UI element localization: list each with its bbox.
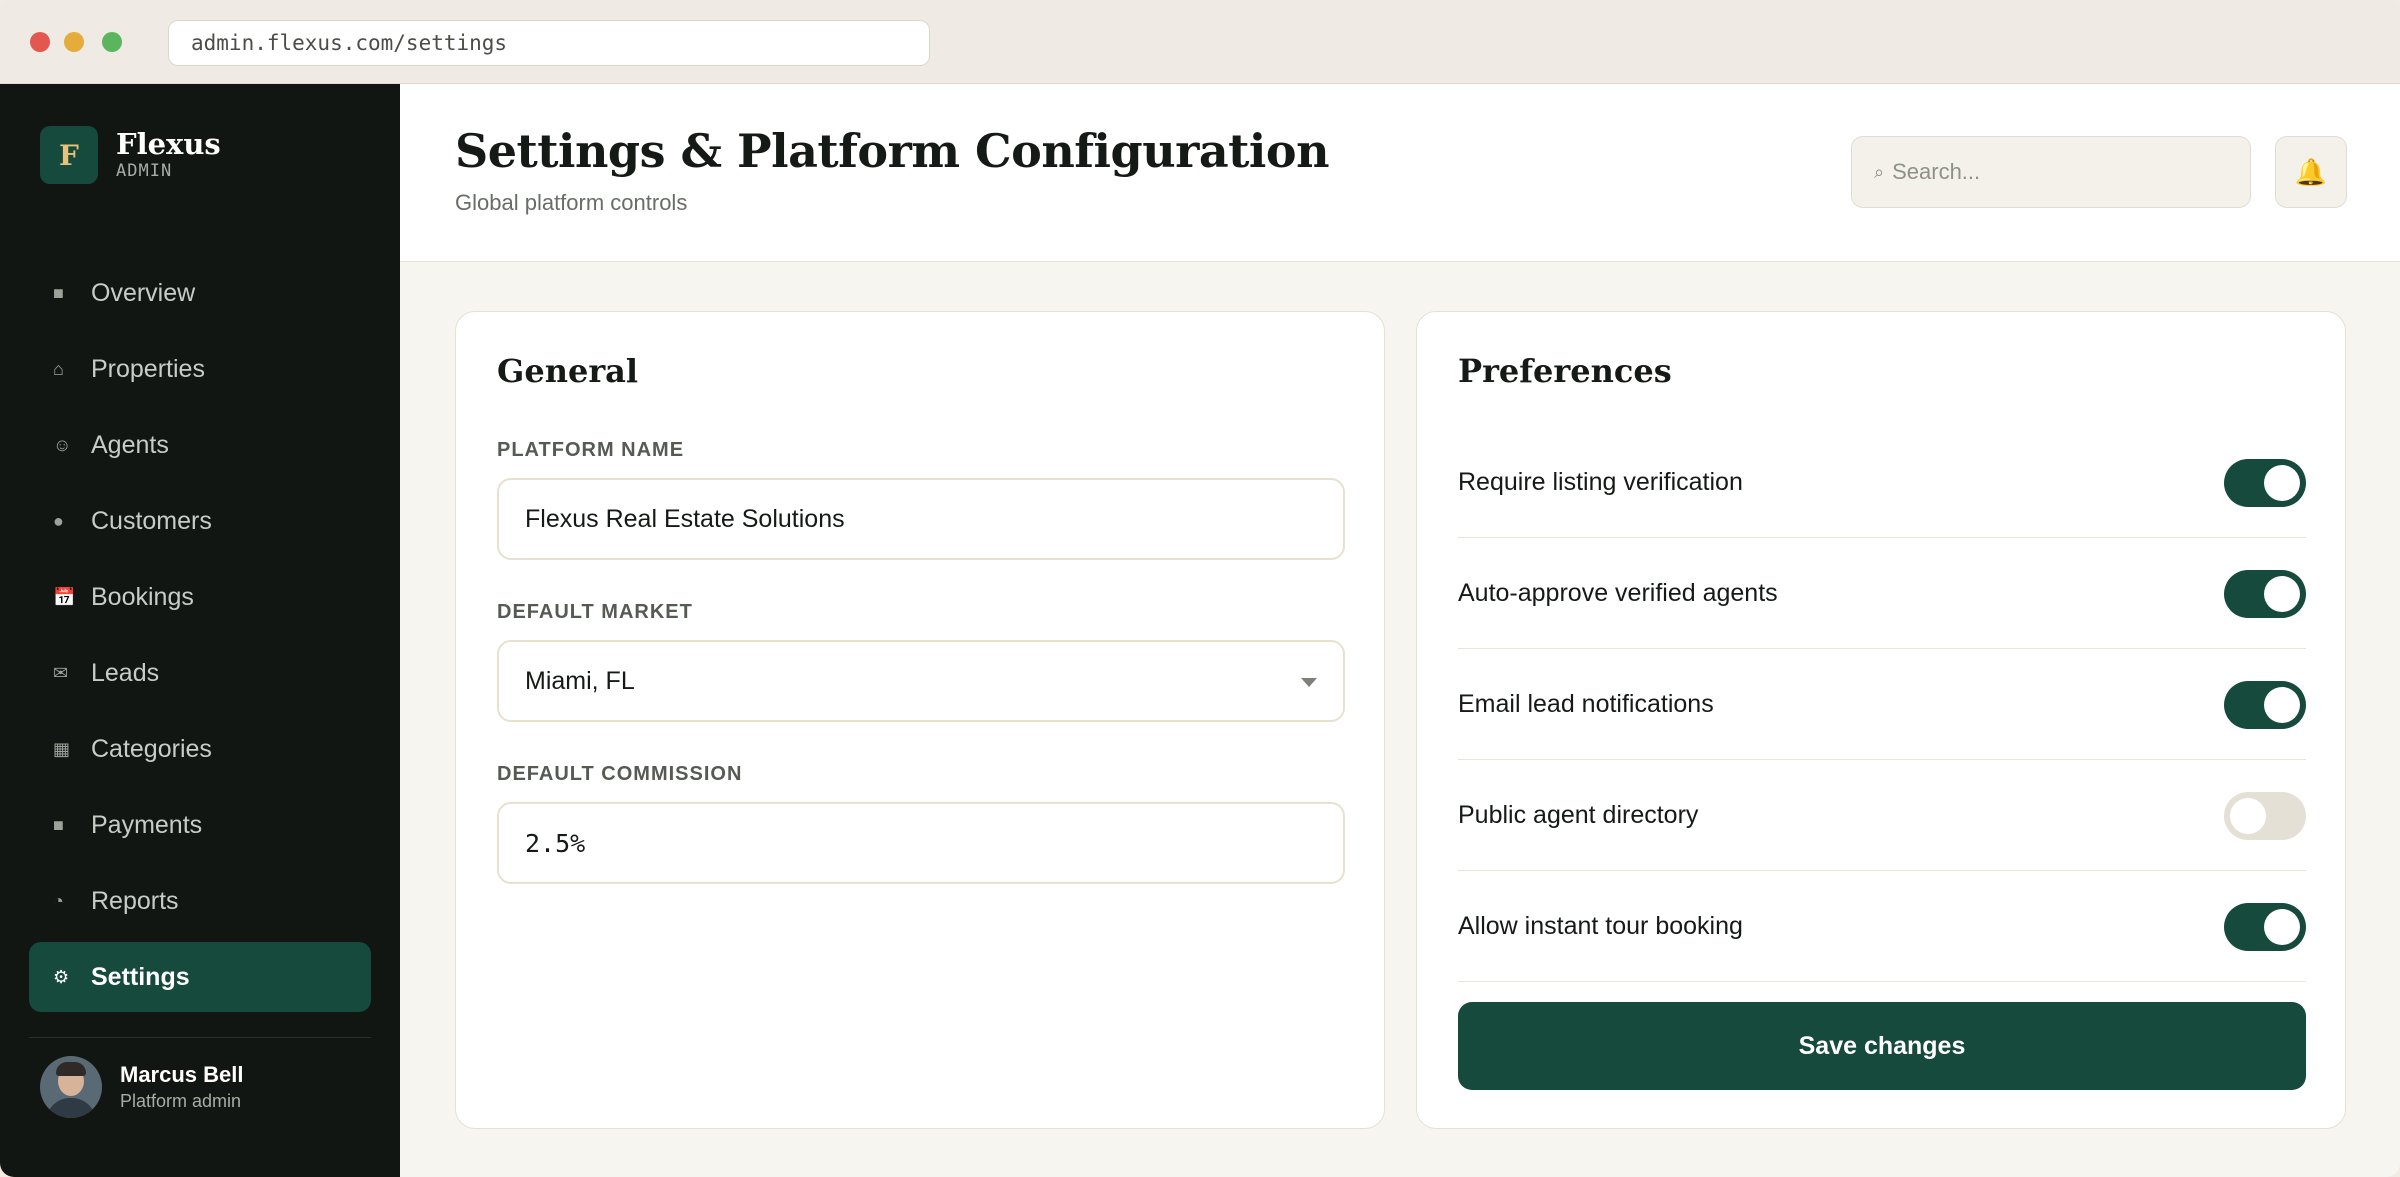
preference-row: Allow instant tour booking [1458, 871, 2306, 982]
chevron-down-icon [1301, 678, 1317, 687]
preference-label: Email lead notifications [1458, 689, 1714, 718]
sidebar-item-agents[interactable]: ☺ Agents [29, 410, 371, 480]
notifications-button[interactable]: 🔔 [2275, 136, 2347, 208]
sidebar-item-settings[interactable]: ⚙ Settings [29, 942, 371, 1012]
search-placeholder: Search... [1892, 159, 1981, 184]
preference-toggle[interactable] [2224, 681, 2306, 729]
platform-name-field[interactable]: Flexus Real Estate Solutions [497, 478, 1345, 560]
sidebar-item-label: Agents [91, 430, 169, 459]
minimize-window-button[interactable] [64, 32, 84, 52]
sidebar-item-label: Reports [91, 886, 179, 915]
brand[interactable]: F Flexus ADMIN [40, 126, 221, 184]
page-header: Settings & Platform Configuration Global… [400, 84, 2400, 262]
default-market-value: Miami, FL [525, 666, 635, 695]
default-market-label: DEFAULT MARKET [497, 601, 693, 623]
brand-name: Flexus [116, 127, 221, 161]
square-icon: ■ [53, 282, 64, 303]
preference-toggle[interactable] [2224, 570, 2306, 618]
sidebar-item-overview[interactable]: ■ Overview [29, 258, 371, 328]
save-changes-button[interactable]: Save changes [1458, 1002, 2306, 1090]
pie-icon: ◔ [53, 890, 64, 911]
search-icon: ⌕ [1874, 161, 1885, 182]
preference-row: Require listing verification [1458, 427, 2306, 538]
maximize-window-button[interactable] [102, 32, 122, 52]
default-commission-label: DEFAULT COMMISSION [497, 763, 743, 785]
toggle-knob [2264, 909, 2300, 945]
calendar-icon: 📅 [53, 586, 76, 607]
browser-chrome: admin.flexus.com/settings [0, 0, 2400, 84]
preference-toggle[interactable] [2224, 459, 2306, 507]
preference-label: Public agent directory [1458, 800, 1699, 829]
house-icon: ⌂ [53, 358, 64, 379]
preference-label: Require listing verification [1458, 467, 1743, 496]
sidebar-item-bookings[interactable]: 📅 Bookings [29, 562, 371, 632]
sidebar: F Flexus ADMIN ■ Overview ⌂ Properties ☺ Agen… [0, 84, 400, 1177]
mail-icon: ✉ [53, 662, 69, 683]
sidebar-item-customers[interactable]: ● Customers [29, 486, 371, 556]
user-name: Marcus Bell [120, 1062, 244, 1087]
sidebar-item-label: Settings [91, 962, 190, 991]
user-role: Platform admin [120, 1091, 242, 1111]
preference-label: Allow instant tour booking [1458, 911, 1743, 940]
sidebar-item-leads[interactable]: ✉ Leads [29, 638, 371, 708]
preference-row: Auto-approve verified agents [1458, 538, 2306, 649]
sidebar-item-label: Properties [91, 354, 205, 383]
grid-icon: ▦ [53, 738, 71, 759]
toggle-knob [2264, 576, 2300, 612]
url-text: admin.flexus.com/settings [191, 31, 508, 55]
bell-icon: 🔔 [2294, 156, 2328, 187]
sidebar-item-properties[interactable]: ⌂ Properties [29, 334, 371, 404]
sidebar-item-categories[interactable]: ▦ Categories [29, 714, 371, 784]
browser-window: admin.flexus.com/settings F Flexus ADMIN… [0, 0, 2400, 1177]
sidebar-item-label: Categories [91, 734, 212, 763]
main-content: Settings & Platform Configuration Global… [400, 84, 2400, 1177]
circle-icon: ● [53, 510, 64, 531]
toggle-knob [2264, 687, 2300, 723]
brand-logo: F [40, 126, 98, 184]
page-title: Settings & Platform Configuration [455, 124, 1330, 178]
smiley-icon: ☺ [53, 434, 72, 455]
general-card: General PLATFORM NAME Flexus Real Estate… [455, 311, 1385, 1129]
preferences-title: Preferences [1458, 352, 1672, 390]
default-market-select[interactable]: Miami, FL [497, 640, 1345, 722]
general-title: General [497, 352, 639, 390]
preference-label: Auto-approve verified agents [1458, 578, 1778, 607]
gear-icon: ⚙ [53, 966, 70, 987]
sidebar-nav: ■ Overview ⌂ Properties ☺ Agents ● Customers 📅 Bo… [29, 258, 371, 1018]
brand-subtitle: ADMIN [116, 161, 173, 181]
sidebar-item-label: Payments [91, 810, 203, 839]
sidebar-item-label: Bookings [91, 582, 194, 611]
default-commission-value: 2.5% [525, 828, 586, 858]
toggle-knob [2230, 798, 2266, 834]
preference-row: Email lead notifications [1458, 649, 2306, 760]
preferences-card: Preferences Require listing verification… [1416, 311, 2346, 1129]
sidebar-item-reports[interactable]: ◔ Reports [29, 866, 371, 936]
platform-name-label: PLATFORM NAME [497, 439, 685, 461]
toggle-knob [2264, 465, 2300, 501]
user-profile[interactable]: Marcus Bell Platform admin [40, 1056, 244, 1118]
default-commission-field[interactable]: 2.5% [497, 802, 1345, 884]
sidebar-item-payments[interactable]: ■ Payments [29, 790, 371, 860]
preference-toggle[interactable] [2224, 903, 2306, 951]
sidebar-item-label: Customers [91, 506, 212, 535]
platform-name-value: Flexus Real Estate Solutions [525, 504, 845, 533]
page-subtitle: Global platform controls [455, 190, 688, 215]
sidebar-item-label: Overview [91, 278, 196, 307]
preference-row: Public agent directory [1458, 760, 2306, 871]
sidebar-item-label: Leads [91, 658, 160, 687]
sidebar-divider [29, 1037, 371, 1038]
search-input[interactable]: ⌕ Search... [1851, 136, 2251, 208]
avatar [40, 1056, 102, 1118]
url-bar[interactable]: admin.flexus.com/settings [168, 20, 930, 66]
preference-toggle[interactable] [2224, 792, 2306, 840]
close-window-button[interactable] [30, 32, 50, 52]
square-icon: ■ [53, 814, 64, 835]
